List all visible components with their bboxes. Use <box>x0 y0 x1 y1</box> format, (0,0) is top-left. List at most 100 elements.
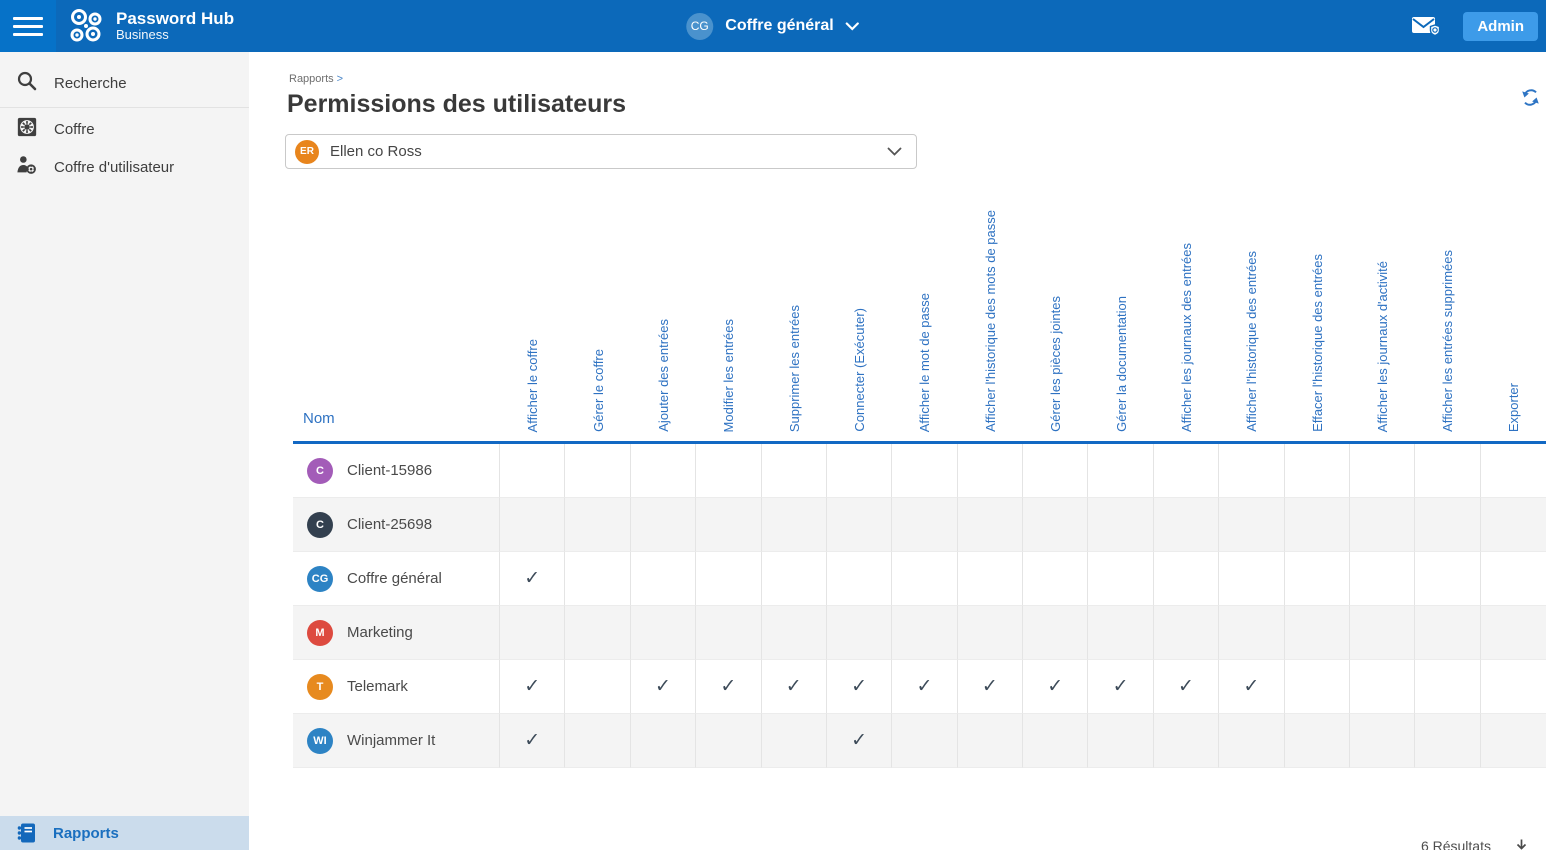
permission-cell <box>631 498 696 552</box>
permission-cell <box>762 498 827 552</box>
table-row-name: CClient-15986 <box>293 444 500 498</box>
sidebar-item-recherche[interactable]: Recherche <box>0 64 249 102</box>
reports-icon <box>16 822 37 844</box>
permission-cell <box>1023 606 1088 660</box>
permission-cell <box>565 552 630 606</box>
check-icon: ✓ <box>786 675 802 698</box>
permission-cell <box>892 552 957 606</box>
main-content: Rapports> Permissions des utilisateurs E… <box>249 52 1546 850</box>
permission-cell <box>631 714 696 768</box>
permission-cell <box>958 714 1023 768</box>
permission-cell <box>1088 606 1153 660</box>
permission-cell <box>1415 552 1480 606</box>
permission-cell: ✓ <box>827 660 892 714</box>
permission-cell <box>1219 498 1284 552</box>
table-row-name: CGCoffre général <box>293 552 500 606</box>
permission-cell <box>1219 552 1284 606</box>
matrix-column-header: Ajouter des entrées <box>631 180 696 441</box>
check-icon: ✓ <box>1047 675 1063 698</box>
permission-cell <box>631 552 696 606</box>
permission-cell <box>1154 552 1219 606</box>
check-icon: ✓ <box>851 675 867 698</box>
permission-cell <box>696 552 761 606</box>
matrix-column-header: Modifier les entrées <box>696 180 761 441</box>
breadcrumb[interactable]: Rapports> <box>289 73 343 85</box>
matrix-column-header: Gérer la documentation <box>1088 180 1153 441</box>
table-row-name: CClient-25698 <box>293 498 500 552</box>
permission-cell: ✓ <box>1023 660 1088 714</box>
permission-cell <box>1285 606 1350 660</box>
permission-cell <box>827 444 892 498</box>
permission-cell <box>827 606 892 660</box>
check-icon: ✓ <box>1113 675 1129 698</box>
refresh-icon[interactable] <box>1521 88 1540 110</box>
check-icon: ✓ <box>1178 675 1194 698</box>
permission-cell <box>1154 714 1219 768</box>
permission-cell <box>1350 444 1415 498</box>
permission-cell <box>1350 552 1415 606</box>
matrix-column-header: Afficher les entrées supprimées <box>1415 180 1480 441</box>
avatar: M <box>307 620 333 646</box>
logo-icon <box>66 6 106 46</box>
table-row-name: WIWinjammer It <box>293 714 500 768</box>
permission-cell <box>1285 552 1350 606</box>
permission-cell: ✓ <box>958 660 1023 714</box>
check-icon: ✓ <box>524 567 540 590</box>
permission-cell: ✓ <box>500 660 565 714</box>
permission-cell: ✓ <box>1219 660 1284 714</box>
permission-cell <box>500 606 565 660</box>
permission-cell <box>1481 660 1546 714</box>
permission-cell <box>1023 552 1088 606</box>
permission-cell <box>958 552 1023 606</box>
permission-cell <box>1415 660 1480 714</box>
matrix-column-header: Afficher l'historique des mots de passe <box>958 180 1023 441</box>
permission-cell: ✓ <box>1088 660 1153 714</box>
sidebar-divider <box>0 107 249 108</box>
permission-cell <box>1415 714 1480 768</box>
avatar: C <box>307 458 333 484</box>
matrix-column-header: Afficher les journaux des entrées <box>1154 180 1219 441</box>
matrix-column-header: Afficher le mot de passe <box>892 180 957 441</box>
permission-cell: ✓ <box>827 714 892 768</box>
sidebar-item-coffre-d-utilisateur[interactable]: Coffre d'utilisateur <box>0 148 249 186</box>
chevron-down-icon <box>887 147 902 157</box>
user-select-value: Ellen co Ross <box>330 143 887 160</box>
sidebar-item-coffre[interactable]: Coffre <box>0 110 249 148</box>
sidebar-item-label: Recherche <box>54 75 127 92</box>
permission-cell <box>958 498 1023 552</box>
check-icon: ✓ <box>1243 675 1259 698</box>
matrix-column-header: Supprimer les entrées <box>762 180 827 441</box>
mail-shield-icon[interactable] <box>1411 15 1441 37</box>
permission-cell <box>631 444 696 498</box>
results-bar: 6 Résultats <box>293 818 1546 850</box>
download-icon[interactable] <box>1513 838 1530 850</box>
permission-cell <box>1088 714 1153 768</box>
matrix-column-header: Connecter (Exécuter) <box>827 180 892 441</box>
permission-cell <box>1285 714 1350 768</box>
permission-cell <box>1219 444 1284 498</box>
check-icon: ✓ <box>720 675 736 698</box>
column-header-nom[interactable]: Nom <box>293 180 500 441</box>
permission-cell <box>1415 498 1480 552</box>
permission-cell <box>762 606 827 660</box>
permission-cell <box>696 444 761 498</box>
permission-cell: ✓ <box>500 552 565 606</box>
hamburger-menu-icon[interactable] <box>0 0 56 52</box>
permission-cell <box>631 606 696 660</box>
table-row-name: TTelemark <box>293 660 500 714</box>
topbar-actions: Admin <box>1411 0 1538 52</box>
permission-cell <box>565 498 630 552</box>
user-select-dropdown[interactable]: ER Ellen co Ross <box>285 134 917 169</box>
permission-cell <box>500 444 565 498</box>
check-icon: ✓ <box>982 675 998 698</box>
permission-cell <box>565 660 630 714</box>
admin-button[interactable]: Admin <box>1463 12 1538 41</box>
matrix-column-header: Exporter <box>1481 180 1546 441</box>
sidebar-item-rapports[interactable]: Rapports <box>0 816 249 850</box>
vault-switcher[interactable]: CG Coffre général <box>686 0 859 52</box>
permission-cell <box>1285 444 1350 498</box>
permission-cell <box>1088 444 1153 498</box>
sidebar-item-label: Coffre <box>54 121 95 138</box>
check-icon: ✓ <box>851 729 867 752</box>
matrix-column-header: Afficher le coffre <box>500 180 565 441</box>
